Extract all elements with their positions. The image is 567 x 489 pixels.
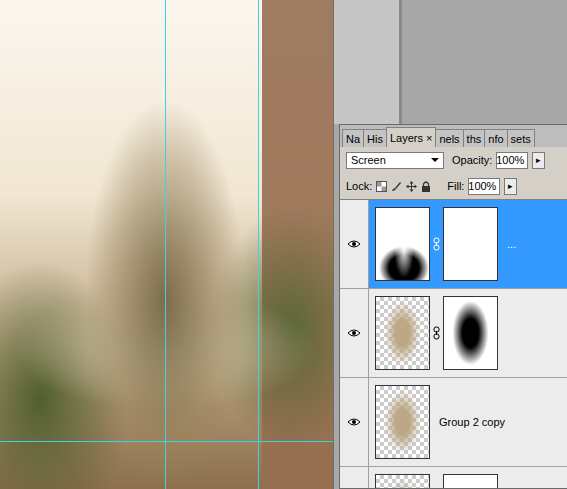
layer-thumbnail[interactable] [375,385,430,459]
brush-lock-icon[interactable] [391,181,402,192]
panel-tab[interactable]: Na [342,129,364,147]
document-canvas[interactable] [0,0,333,489]
lock-icons [376,181,431,192]
dock-strip [399,0,402,124]
mask-thumbnail[interactable] [443,296,498,370]
layer-content: Group 2 copy [369,378,505,466]
dropdown-icon[interactable] [431,158,439,162]
layer-name[interactable]: Group 2 copy [439,416,505,428]
panel-tab[interactable]: Layers× [386,127,436,147]
dock-strip [334,0,399,124]
blend-row: Screen Opacity: 100%▸ [340,147,567,173]
fill-slider-button[interactable]: ▸ [504,178,517,195]
layer-list: ... Group 2 copy [340,199,567,488]
photoshop-window: NaHisLayers×nelsthsnfosets Screen Opacity:… [0,0,567,489]
panel-tab[interactable]: sets [507,129,535,147]
eye-icon[interactable] [347,239,361,249]
close-icon[interactable]: × [426,132,432,144]
guide-line[interactable] [0,441,333,442]
dock-top [334,0,567,124]
layer-row[interactable]: ... [340,200,567,289]
lock-icon[interactable] [421,181,431,192]
visibility-toggle[interactable] [340,200,369,288]
fill-label: Fill: [447,180,464,192]
layer-content [369,289,498,377]
panel-tabs: NaHisLayers×nelsthsnfosets [340,125,567,147]
layer-row[interactable] [340,467,567,488]
layer-content [369,467,498,488]
visibility-toggle[interactable] [340,378,369,466]
link-icon[interactable] [433,237,440,251]
layer-content: ... [369,200,516,288]
fill-field[interactable]: 100% [468,178,500,195]
layers-panel: NaHisLayers×nelsthsnfosets Screen Opacity:… [339,124,567,489]
guide-line[interactable] [258,0,259,489]
opacity-field[interactable]: 100% [496,152,528,169]
mask-thumbnail[interactable] [443,207,498,281]
eye-icon[interactable] [347,328,361,338]
lock-row: Lock: Fill: 100%▸ [340,173,567,199]
visibility-toggle[interactable] [340,467,369,488]
transparency-lock-icon[interactable] [376,181,387,192]
layer-row[interactable] [340,289,567,378]
layer-row[interactable]: Group 2 copy [340,378,567,467]
panel-tab[interactable]: nfo [484,129,507,147]
mask-thumbnail[interactable] [443,474,498,488]
guide-line[interactable] [165,0,166,489]
opacity-label: Opacity: [452,154,492,166]
panel-tab[interactable]: ths [463,129,486,147]
link-icon[interactable] [433,326,440,340]
blend-mode-select[interactable]: Screen [346,152,444,169]
panel-tab[interactable]: nels [435,129,463,147]
move-lock-icon[interactable] [406,181,417,192]
layer-thumbnail[interactable] [375,296,430,370]
eye-icon[interactable] [347,417,361,427]
lock-label: Lock: [346,180,372,192]
visibility-toggle[interactable] [340,289,369,377]
layer-thumbnail[interactable] [375,207,430,281]
layer-name[interactable]: ... [507,238,516,250]
panel-dock: NaHisLayers×nelsthsnfosets Screen Opacity:… [333,0,567,489]
panel-tab[interactable]: His [363,129,387,147]
opacity-slider-button[interactable]: ▸ [532,152,545,169]
layer-thumbnail[interactable] [375,474,430,488]
